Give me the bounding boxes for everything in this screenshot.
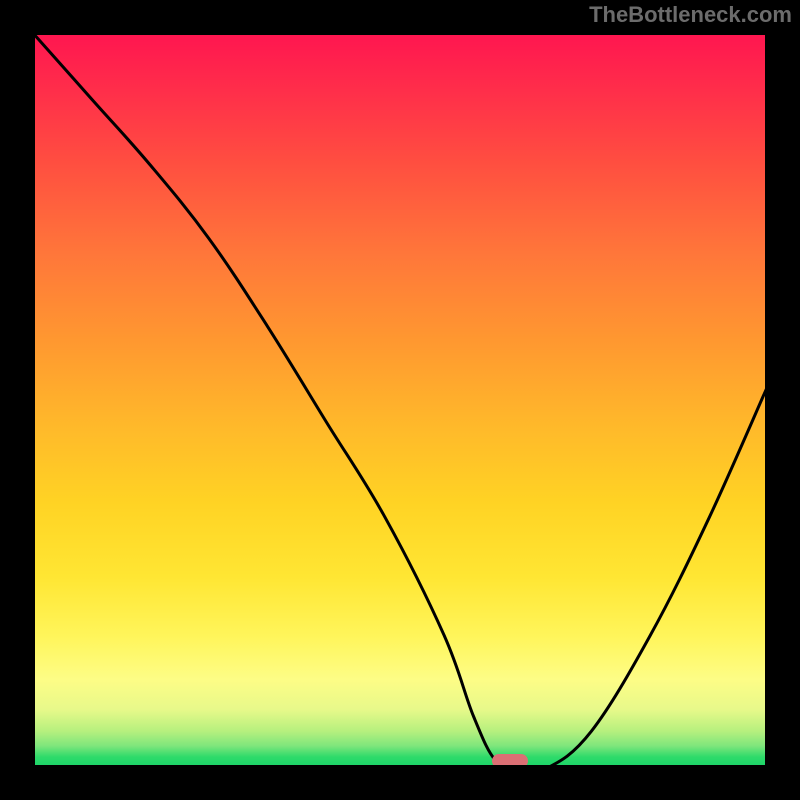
chart-frame: TheBottleneck.com — [0, 0, 800, 800]
optimal-point-marker[interactable] — [492, 754, 528, 768]
bottleneck-curve-path — [32, 32, 768, 768]
plot-area — [32, 32, 768, 768]
curve-layer — [32, 32, 768, 768]
watermark-text: TheBottleneck.com — [589, 2, 792, 28]
